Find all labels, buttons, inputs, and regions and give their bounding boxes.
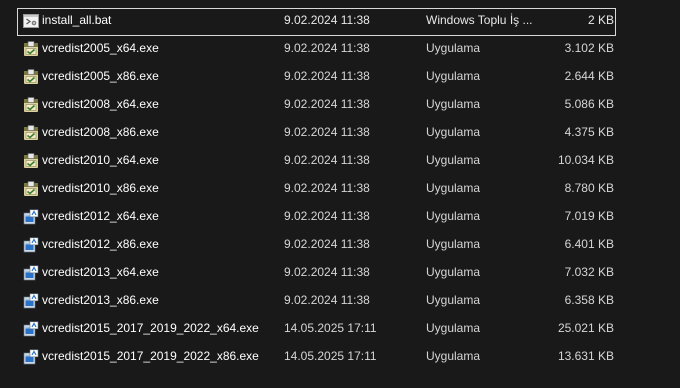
file-modified-date: 14.05.2025 17:11 — [284, 321, 377, 335]
installer-icon — [23, 181, 39, 197]
batch-file-icon — [23, 13, 39, 29]
file-modified-date: 9.02.2024 11:38 — [284, 181, 370, 195]
file-name: vcredist2010_x86.exe — [42, 181, 159, 195]
file-type: Uygulama — [426, 181, 481, 195]
file-size: 10.034 KB — [557, 153, 614, 167]
file-type: Uygulama — [426, 41, 481, 55]
setup-icon — [23, 265, 39, 281]
file-row[interactable]: vcredist2008_x86.exe 9.02.2024 11:38 Uygul… — [17, 120, 616, 148]
file-type: Uygulama — [426, 265, 481, 279]
file-modified-date: 9.02.2024 11:38 — [284, 153, 370, 167]
file-type: Uygulama — [426, 349, 481, 363]
file-modified-date: 9.02.2024 11:38 — [284, 13, 370, 27]
file-modified-date: 9.02.2024 11:38 — [284, 69, 370, 83]
file-type: Uygulama — [426, 237, 481, 251]
file-size: 13.631 KB — [557, 349, 614, 363]
file-row[interactable]: vcredist2013_x86.exe 9.02.2024 11:38 Uygul… — [17, 288, 616, 316]
file-size: 8.780 KB — [564, 181, 614, 195]
file-name: vcredist2008_x86.exe — [42, 125, 159, 139]
file-type: Uygulama — [426, 69, 481, 83]
file-name: vcredist2015_2017_2019_2022_x86.exe — [42, 349, 259, 363]
file-modified-date: 9.02.2024 11:38 — [284, 41, 370, 55]
file-row[interactable]: vcredist2010_x86.exe 9.02.2024 11:38 Uygul… — [17, 176, 616, 204]
file-modified-date: 9.02.2024 11:38 — [284, 265, 370, 279]
file-size: 3.102 KB — [564, 41, 614, 55]
file-modified-date: 14.05.2025 17:11 — [284, 349, 377, 363]
file-row[interactable]: vcredist2008_x64.exe 9.02.2024 11:38 Uygul… — [17, 92, 616, 120]
setup-icon — [23, 321, 39, 337]
setup-icon — [23, 349, 39, 365]
file-size: 6.358 KB — [564, 293, 614, 307]
installer-icon — [23, 153, 39, 169]
file-size: 25.021 KB — [557, 321, 614, 335]
file-size: 6.401 KB — [564, 237, 614, 251]
file-modified-date: 9.02.2024 11:38 — [284, 293, 370, 307]
file-size: 2 KB — [587, 13, 614, 27]
file-row[interactable]: vcredist2015_2017_2019_2022_x64.exe 14.05… — [17, 316, 616, 344]
file-modified-date: 9.02.2024 11:38 — [284, 97, 370, 111]
file-type: Uygulama — [426, 97, 481, 111]
file-name: vcredist2012_x86.exe — [42, 237, 159, 251]
file-row[interactable]: vcredist2010_x64.exe 9.02.2024 11:38 Uygul… — [17, 148, 616, 176]
file-row[interactable]: vcredist2015_2017_2019_2022_x86.exe 14.05… — [17, 344, 616, 372]
file-name: vcredist2013_x64.exe — [42, 265, 159, 279]
file-size: 4.375 KB — [564, 125, 614, 139]
file-size: 2.644 KB — [564, 69, 614, 83]
installer-icon — [23, 125, 39, 141]
file-name: vcredist2010_x64.exe — [42, 153, 159, 167]
file-name: vcredist2005_x64.exe — [42, 41, 159, 55]
setup-icon — [23, 237, 39, 253]
file-type: Uygulama — [426, 209, 481, 223]
file-name: vcredist2012_x64.exe — [42, 209, 159, 223]
installer-icon — [23, 69, 39, 85]
file-name: vcredist2013_x86.exe — [42, 293, 159, 307]
file-row[interactable]: vcredist2013_x64.exe 9.02.2024 11:38 Uygul… — [17, 260, 616, 288]
file-row[interactable]: vcredist2005_x86.exe 9.02.2024 11:38 Uygul… — [17, 64, 616, 92]
file-row[interactable]: vcredist2012_x86.exe 9.02.2024 11:38 Uygul… — [17, 232, 616, 260]
file-row[interactable]: install_all.bat 9.02.2024 11:38 Windows To… — [17, 8, 616, 36]
file-type: Windows Toplu İş ... — [426, 13, 533, 27]
file-row[interactable]: vcredist2012_x64.exe 9.02.2024 11:38 Uygul… — [17, 204, 616, 232]
file-type: Uygulama — [426, 153, 481, 167]
file-type: Uygulama — [426, 321, 481, 335]
setup-icon — [23, 209, 39, 225]
file-name: vcredist2008_x64.exe — [42, 97, 159, 111]
file-modified-date: 9.02.2024 11:38 — [284, 209, 370, 223]
installer-icon — [23, 41, 39, 57]
file-name: vcredist2005_x86.exe — [42, 69, 159, 83]
installer-icon — [23, 97, 39, 113]
file-name: vcredist2015_2017_2019_2022_x64.exe — [42, 321, 259, 335]
file-list: install_all.bat 9.02.2024 11:38 Windows To… — [17, 8, 616, 372]
file-size: 7.032 KB — [564, 265, 614, 279]
file-modified-date: 9.02.2024 11:38 — [284, 237, 370, 251]
file-size: 5.086 KB — [564, 97, 614, 111]
file-type: Uygulama — [426, 125, 481, 139]
file-name: install_all.bat — [42, 13, 112, 27]
setup-icon — [23, 293, 39, 309]
file-row[interactable]: vcredist2005_x64.exe 9.02.2024 11:38 Uygul… — [17, 36, 616, 64]
file-size: 7.019 KB — [564, 209, 614, 223]
file-type: Uygulama — [426, 293, 481, 307]
file-modified-date: 9.02.2024 11:38 — [284, 125, 370, 139]
